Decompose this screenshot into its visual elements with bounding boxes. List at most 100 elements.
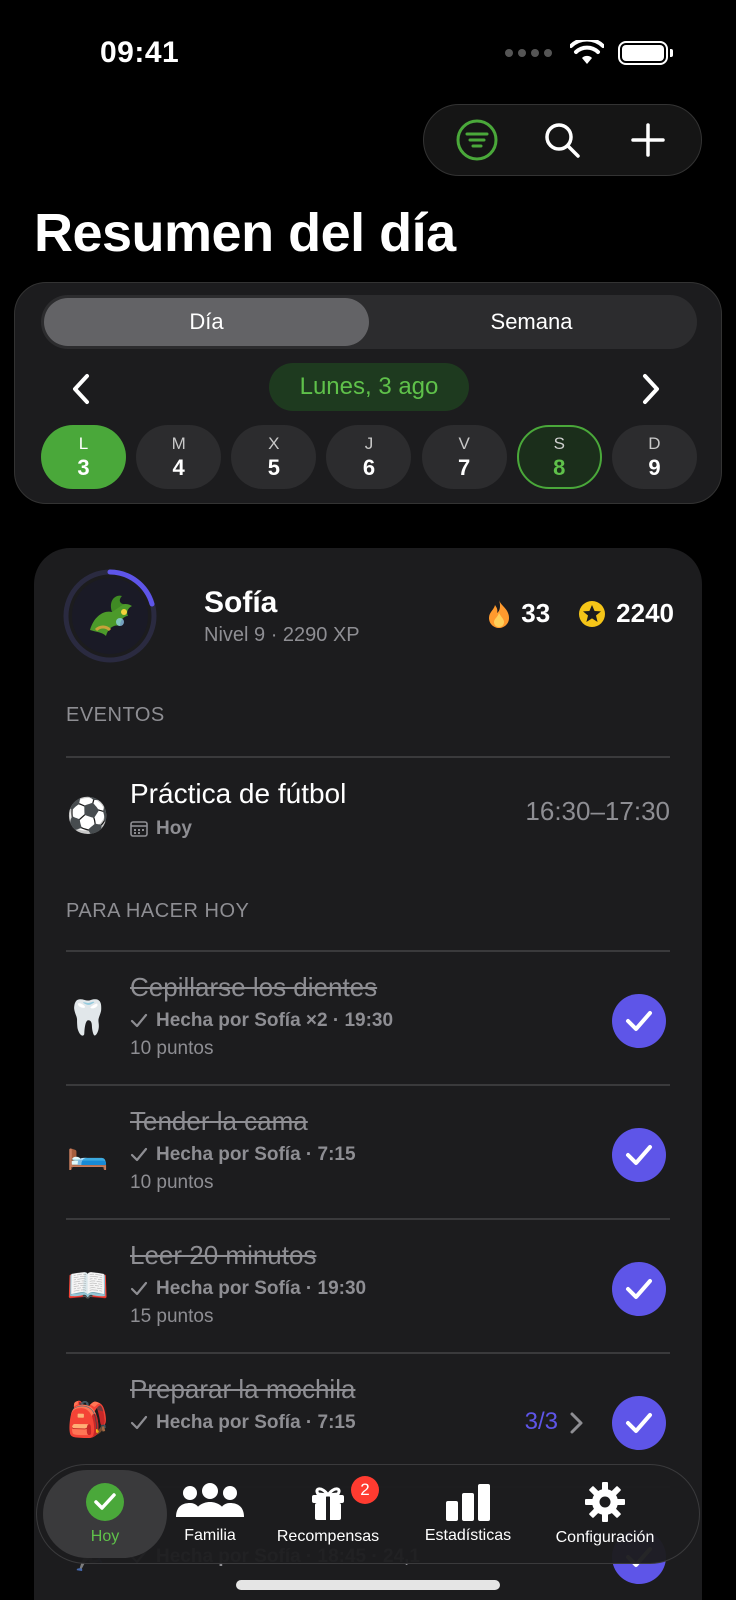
day-chip-thursday[interactable]: J6 [326, 425, 412, 489]
task-row[interactable]: 🛏️ Tender la cama Hecha por Sofía · 7:15… [66, 1086, 670, 1218]
task-completion-text: Hecha por Sofía · 7:15 [156, 1412, 356, 1433]
task-completion: Hecha por Sofía · 7:15 [130, 1144, 356, 1166]
backpack-icon: 🎒 [66, 1401, 110, 1439]
tab-label: Configuración [555, 1529, 655, 1546]
day-number: 9 [648, 455, 661, 480]
next-day-button[interactable] [631, 369, 671, 409]
status-time: 09:41 [100, 36, 180, 69]
tab-familia[interactable]: Familia [167, 1470, 253, 1558]
event-date: Hoy [130, 818, 192, 840]
task-points: 15 puntos [130, 1306, 214, 1327]
checkmark-icon [626, 1145, 652, 1165]
gift-icon [312, 1487, 344, 1520]
calendar-icon [130, 821, 148, 837]
filter-button[interactable] [449, 112, 505, 168]
divider [66, 756, 670, 758]
task-progress-count: 3/3 [524, 1408, 558, 1435]
status-indicators [505, 40, 673, 66]
plus-icon [631, 123, 665, 157]
day-number: 7 [458, 455, 471, 480]
task-row[interactable]: 📖 Leer 20 minutos Hecha por Sofía · 19:3… [66, 1220, 670, 1352]
tooth-icon: 🦷 [66, 999, 110, 1037]
tab-configuracion[interactable]: Configuración [533, 1470, 677, 1558]
tab-label: Hoy [90, 1528, 120, 1545]
day-number: 4 [172, 455, 185, 480]
checkmark-icon [130, 1147, 148, 1162]
bottom-tab-bar: Hoy Familia Recompensas 2 Estadísticas C… [36, 1464, 700, 1564]
day-number: 5 [267, 455, 280, 480]
signal-dots-icon [505, 49, 552, 57]
event-item[interactable]: ⚽ Práctica de fútbol Hoy 16:30–17:30 [66, 778, 670, 854]
tab-recompensas[interactable]: Recompensas 2 [253, 1470, 403, 1558]
home-indicator[interactable] [236, 1580, 500, 1590]
checkmark-icon [626, 1011, 652, 1031]
task-done-toggle[interactable] [612, 1262, 666, 1316]
segment-day[interactable]: Día [44, 298, 369, 346]
checkmark-icon [130, 1281, 148, 1296]
people-icon [176, 1483, 244, 1517]
day-letter: D [648, 434, 661, 453]
battery-icon [618, 41, 673, 65]
events-section-label: EVENTOS [66, 704, 165, 726]
chevron-right-icon[interactable] [566, 1410, 586, 1436]
task-completion-text: Hecha por Sofía · 19:30 [156, 1278, 367, 1299]
task-title: Cepillarse los dientes [130, 972, 378, 1002]
view-segmented-control: Día Semana [41, 295, 697, 349]
top-toolbar [423, 104, 702, 176]
chevron-left-icon [73, 374, 89, 404]
current-date-label[interactable]: Lunes, 3 ago [269, 363, 469, 411]
rewards-badge: 2 [351, 1476, 379, 1504]
filter-icon [456, 119, 498, 161]
page-title: Resumen del día [34, 203, 456, 263]
checkmark-icon [626, 1279, 652, 1299]
checkmark-icon [130, 1415, 148, 1430]
day-chip-sunday[interactable]: D9 [611, 425, 697, 489]
checkmark-icon [130, 1013, 148, 1028]
tab-hoy[interactable]: Hoy [43, 1470, 167, 1558]
search-button[interactable] [534, 112, 590, 168]
day-chip-monday[interactable]: L3 [41, 425, 126, 489]
coins-stat: 2240 [578, 598, 674, 629]
wifi-icon [570, 40, 604, 64]
bed-icon: 🛏️ [66, 1133, 110, 1171]
streak-count: 33 [521, 598, 551, 628]
day-chip-tuesday[interactable]: M4 [136, 425, 222, 489]
day-number: 6 [362, 455, 376, 480]
day-letter: V [458, 434, 470, 453]
task-title: Preparar la mochila [130, 1374, 356, 1404]
profile-stats: 33 2240 [487, 598, 674, 629]
day-number: 8 [553, 455, 566, 480]
day-letter: J [364, 434, 374, 453]
day-number: 3 [77, 455, 90, 480]
segment-week[interactable]: Semana [369, 298, 694, 346]
day-chip-saturday[interactable]: S8 [516, 425, 602, 489]
flame-icon [489, 599, 510, 628]
bar-chart-icon [446, 1484, 490, 1521]
add-button[interactable] [620, 112, 676, 168]
avatar [72, 578, 148, 654]
day-chip-friday[interactable]: V7 [421, 425, 507, 489]
task-completion-text: Hecha por Sofía · 7:15 [156, 1144, 356, 1165]
search-icon [545, 123, 581, 158]
task-row[interactable]: 🦷 Cepillarse los dientes Hecha por Sofía… [66, 952, 670, 1084]
task-done-toggle[interactable] [612, 994, 666, 1048]
star-coin-icon [579, 600, 606, 627]
tab-label: Estadísticas [424, 1527, 512, 1544]
task-done-toggle[interactable] [612, 1396, 666, 1450]
task-title: Leer 20 minutos [130, 1240, 317, 1270]
task-done-toggle[interactable] [612, 1128, 666, 1182]
task-completion-text: Hecha por Sofía ×2 · 19:30 [156, 1010, 394, 1031]
profile-header[interactable]: Sofía Nivel 9 · 2290 XP 33 2240 [62, 568, 674, 664]
tab-estadisticas[interactable]: Estadísticas [403, 1470, 533, 1558]
tab-label: Recompensas [276, 1528, 380, 1545]
day-letter: L [78, 434, 89, 453]
previous-day-button[interactable] [61, 369, 101, 409]
day-letter: S [553, 434, 565, 453]
day-chip-wednesday[interactable]: X5 [231, 425, 317, 489]
tab-label: Familia [184, 1527, 236, 1544]
soccer-ball-icon: ⚽ [66, 797, 110, 835]
task-completion: Hecha por Sofía · 19:30 [130, 1278, 366, 1300]
task-completion: Hecha por Sofía · 7:15 [130, 1412, 356, 1434]
profile-level: Nivel 9 · 2290 XP [204, 624, 360, 646]
chevron-right-icon [643, 374, 659, 404]
